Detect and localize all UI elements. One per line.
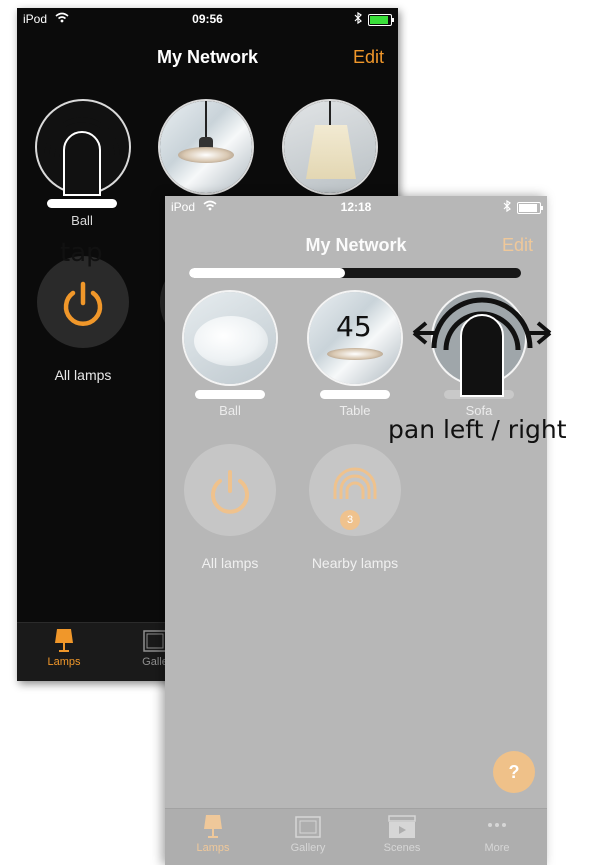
pan-annotation: pan left / right: [388, 415, 567, 444]
more-icon: [488, 823, 506, 827]
brightness-slider[interactable]: [189, 268, 521, 278]
lamp-name: Ball: [219, 403, 241, 418]
page-title: My Network: [156, 47, 259, 67]
tab-gallery[interactable]: Gallery: [268, 815, 348, 854]
tap-gesture-icon: [44, 117, 120, 196]
all-lamps-button[interactable]: [37, 256, 129, 348]
pan-gesture-icon: [412, 297, 552, 397]
power-icon: [63, 281, 103, 326]
status-bar: iPod 09:56: [17, 8, 398, 30]
all-lamps-caption: All lamps: [54, 367, 112, 383]
clapperboard-icon: [388, 815, 416, 838]
edit-button[interactable]: Edit: [502, 235, 533, 256]
tab-lamps[interactable]: Lamps: [173, 815, 253, 854]
tab-more[interactable]: More: [457, 815, 537, 854]
all-lamps-button[interactable]: [184, 444, 276, 536]
brightness-slider-fill: [189, 268, 346, 278]
tab-gallery-label: Galle: [142, 656, 168, 668]
page-title: My Network: [305, 235, 407, 255]
clock: 09:56: [192, 12, 223, 26]
power-icon: [211, 470, 249, 514]
nav-bar: My Network Edit: [17, 38, 398, 76]
lamp-ball-thumb[interactable]: [184, 292, 276, 384]
tab-gallery-label: Gallery: [290, 842, 326, 854]
nearby-lamps-caption: Nearby lamps: [311, 555, 399, 571]
lamp-pendant-thumb[interactable]: [160, 101, 252, 193]
tap-annotation: tap: [60, 238, 103, 268]
nearby-count-badge: 3: [340, 510, 360, 530]
nav-bar: My Network Edit: [165, 226, 547, 264]
tab-scenes[interactable]: Scenes: [362, 815, 442, 854]
tab-lamps-label: Lamps: [47, 656, 81, 668]
battery-icon: [368, 13, 394, 26]
lamp-label-bar: [195, 390, 265, 399]
bluetooth-icon: [503, 199, 511, 215]
tab-bar: Lamps Gallery Scenes More: [165, 808, 547, 865]
lamp-label-bar: [320, 390, 390, 399]
edit-button[interactable]: Edit: [353, 47, 384, 68]
help-button[interactable]: ?: [493, 751, 535, 793]
all-lamps-caption: All lamps: [201, 555, 259, 571]
brightness-value: 45: [336, 310, 372, 343]
tab-lamps-label: Lamps: [196, 842, 230, 854]
lamp-icon: [204, 815, 222, 838]
tab-lamps[interactable]: Lamps: [24, 629, 104, 668]
gallery-icon: [295, 816, 321, 838]
tab-more-label: More: [484, 842, 510, 854]
battery-icon: [517, 201, 543, 214]
lamp-icon: [55, 629, 73, 652]
clock: 12:18: [340, 200, 372, 214]
gallery-icon: [143, 630, 167, 652]
lamp-drum-thumb[interactable]: [284, 101, 376, 193]
tab-scenes-label: Scenes: [383, 842, 421, 854]
bluetooth-icon: [354, 11, 362, 27]
nearby-lamps-button[interactable]: 3: [309, 444, 401, 536]
status-bar: iPod 12:18: [165, 196, 547, 218]
